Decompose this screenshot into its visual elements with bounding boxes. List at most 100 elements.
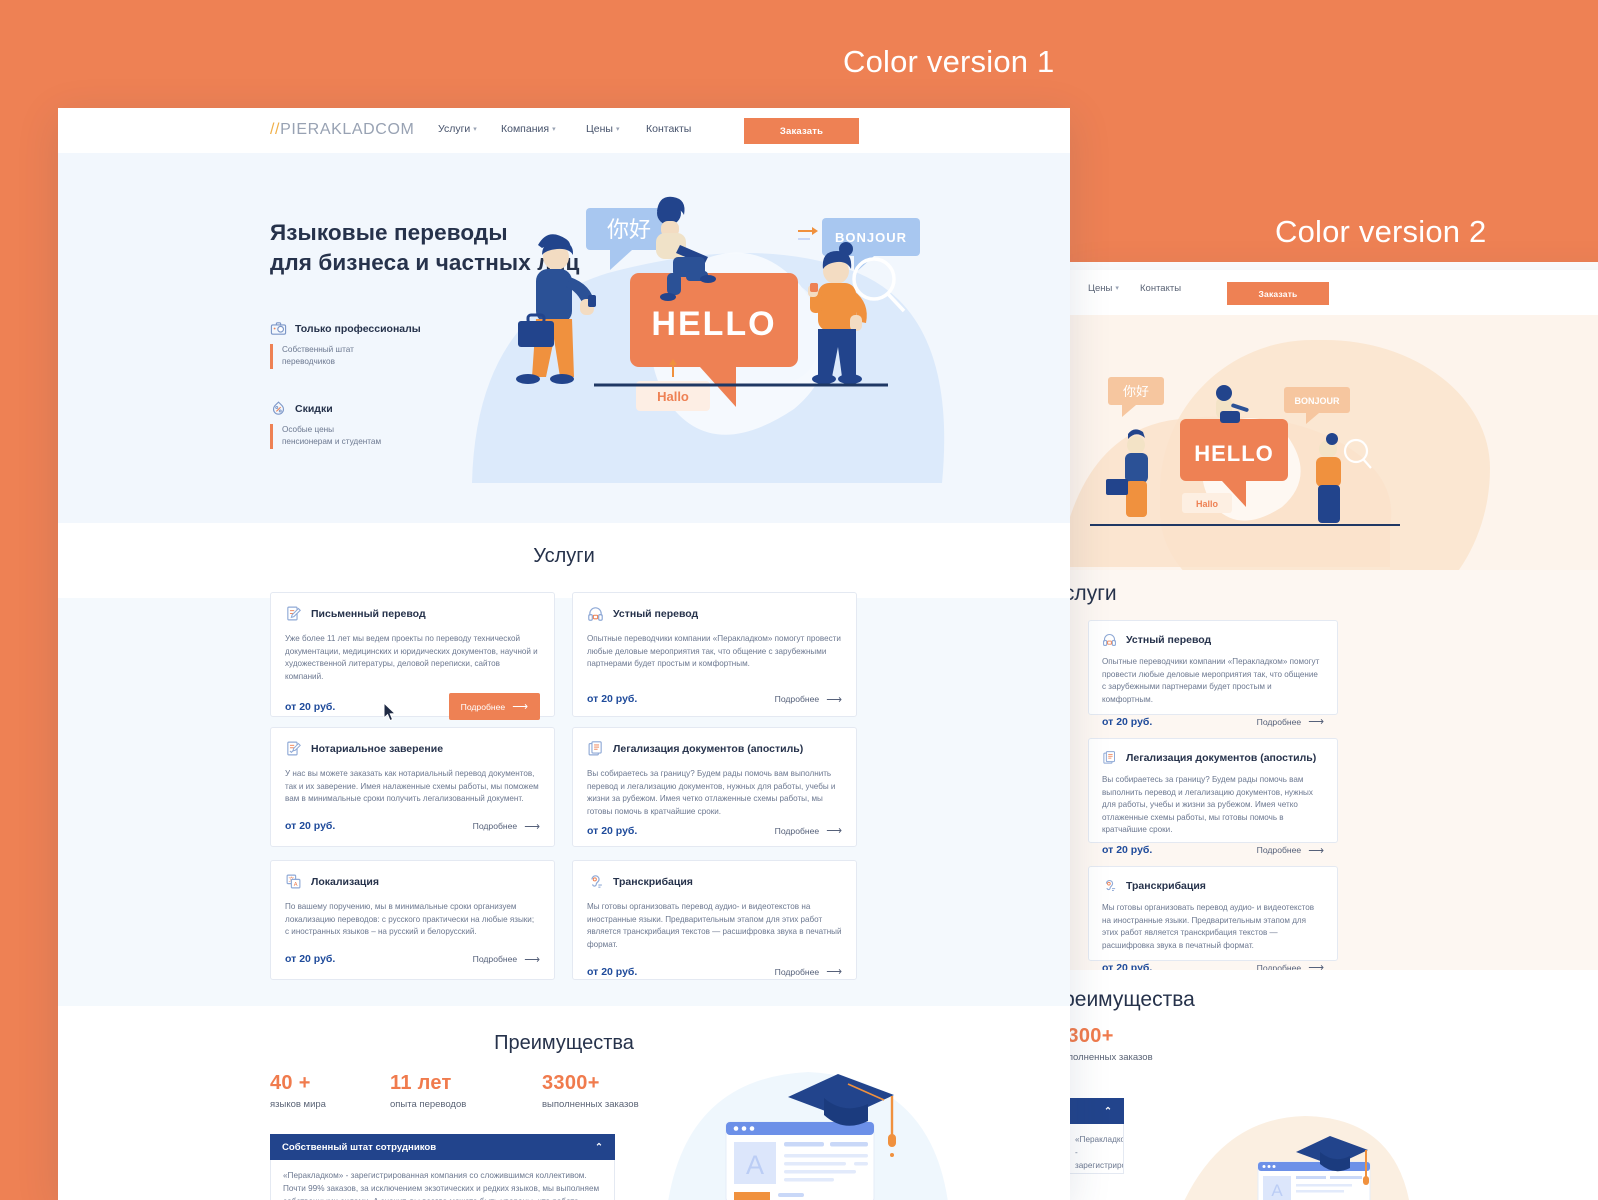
nav-item-services[interactable]: Услуги ▾ <box>438 123 477 135</box>
translate-arrows-icon <box>798 227 818 240</box>
advantages-section: Преимущества 40 + языков мира 11 лет опы… <box>58 1006 1070 1200</box>
advantages-illustration: A <box>668 1072 948 1200</box>
v2-order-button[interactable]: Заказать <box>1227 282 1329 305</box>
v2-nav-item-prices[interactable]: Цены ▾ <box>1088 283 1119 294</box>
v2-service-card[interactable]: Легализация документов (апостиль) Вы соб… <box>1088 738 1338 857</box>
notary-stamp-icon <box>287 741 301 756</box>
service-card-oral[interactable]: Устный перевод Опытные переводчики компа… <box>572 592 857 717</box>
service-card-header: Письменный перевод <box>285 605 540 622</box>
accordion-title: Собственный штат сотрудников <box>282 1141 437 1153</box>
service-card-written[interactable]: Письменный перевод Уже более 11 лет мы в… <box>270 592 555 721</box>
svg-text:你好: 你好 <box>607 218 651 243</box>
hero-section: Языковые переводы для бизнеса и частных … <box>58 153 1070 523</box>
services-section: Услуги Письменный перевод Уже более 11 л… <box>58 523 1070 1006</box>
site-logo[interactable]: //PIERAKLADCOM <box>270 121 414 139</box>
documents-stack-icon <box>1103 751 1115 764</box>
service-card-header: 文 A Локализация <box>285 873 540 890</box>
hero-feature-subtitle: Особые цены пенсионерам и студентам <box>270 424 381 449</box>
documents-stack-icon <box>588 741 602 756</box>
hero-feature-header: Скидки <box>270 400 381 417</box>
nav-item-company[interactable]: Компания ▾ <box>501 123 556 135</box>
service-card-more-link[interactable]: Подробнее ⟶ <box>775 824 842 837</box>
service-card-footer: от 20 руб. Подробнее ⟶ <box>587 965 842 979</box>
hero-illustration: 你好 BONJOUR HELLO Hallo <box>472 196 945 483</box>
nav-item-prices[interactable]: Цены ▾ <box>586 123 619 135</box>
stat-number: 40 + <box>270 1072 311 1094</box>
v2-service-card-text: Мы готовы организовать перевод аудио- и … <box>1102 903 1315 950</box>
stat-label: опыта переводов <box>390 1099 467 1110</box>
service-card-title: Письменный перевод <box>311 607 426 620</box>
v2-accordion-header[interactable]: ⌃ <box>1070 1098 1124 1124</box>
v2-service-card-more-link[interactable]: Подробнее ⟶ <box>1257 715 1324 728</box>
v2-advantages-illustration: A <box>1184 1116 1409 1200</box>
nav-item-contacts[interactable]: Контакты <box>646 123 691 135</box>
accordion-header-staff[interactable]: Собственный штат сотрудников ⌃ <box>270 1134 615 1160</box>
service-card-title: Локализация <box>311 875 379 888</box>
service-card-more-link[interactable]: Подробнее ⟶ <box>473 820 540 833</box>
arrow-right-icon: ⟶ <box>826 966 842 979</box>
service-card-title: Транскрибация <box>613 875 693 888</box>
service-card-more-link[interactable]: Подробнее ⟶ <box>775 693 842 706</box>
arrow-right-icon: ⟶ <box>1308 716 1324 729</box>
service-card-price: от 20 руб. <box>587 693 638 706</box>
service-card-header: Легализация документов (апостиль) <box>587 740 842 757</box>
advantages-stat-orders: 3300+ выполненных заказов <box>542 1072 639 1110</box>
v2-advantages-heading: Преимущества <box>1070 988 1195 1011</box>
v2-service-card-price: от 20 руб. <box>1102 715 1153 728</box>
svg-text:Hallo: Hallo <box>1196 499 1219 509</box>
stat-label: выполненных заказов <box>542 1099 639 1110</box>
chevron-down-icon: ▾ <box>473 126 477 133</box>
service-card-title: Нотариальное заверение <box>311 742 444 755</box>
svg-text:你好: 你好 <box>1123 385 1149 400</box>
v2-service-card[interactable]: Транскрибация Мы готовы организовать пер… <box>1088 866 1338 974</box>
svg-text:Hallo: Hallo <box>657 389 689 404</box>
chevron-down-icon: ▾ <box>615 126 620 133</box>
pencil-document-icon <box>287 606 301 621</box>
advantages-stat-languages: 40 + языков мира <box>270 1072 326 1110</box>
v2-accordion-body: «Перакладком» - зарегистрированная компа… <box>1070 1124 1124 1174</box>
service-card-more-button[interactable]: Подробнее ⟶ <box>448 693 540 721</box>
service-card-header: Нотариальное заверение <box>285 740 540 757</box>
site-header: //PIERAKLADCOM Услуги ▾ Компания ▾ Цены ▾ К… <box>58 108 1070 153</box>
v2-service-card-header: Устный перевод <box>1102 632 1324 647</box>
color-version-2-mockup: Цены ▾ Контакты Заказать 你好 BONJOUR HELL… <box>1070 270 1598 1200</box>
arrow-right-icon: ⟶ <box>826 693 842 706</box>
service-card-more-link[interactable]: Подробнее ⟶ <box>775 965 842 978</box>
service-card-text: Опытные переводчики компании «Перакладко… <box>587 634 841 669</box>
color-version-2-label: Color version 2 <box>1275 214 1487 249</box>
accordion-item-staff[interactable]: Собственный штат сотрудников ⌃ «Пераклад… <box>270 1134 615 1200</box>
service-card-more-link[interactable]: Подробнее ⟶ <box>473 953 540 966</box>
color-version-1-label: Color version 1 <box>843 44 1055 79</box>
service-card-transcription[interactable]: Транскрибация Мы готовы организовать пер… <box>572 860 857 980</box>
headphones-icon <box>588 607 603 621</box>
v2-service-card-more-link[interactable]: Подробнее ⟶ <box>1257 844 1324 857</box>
service-card-price: от 20 руб. <box>587 824 638 837</box>
stat-number: 11 лет <box>390 1072 452 1094</box>
v2-service-card-footer: от 20 руб. Подробнее ⟶ <box>1102 715 1324 729</box>
v2-accordion-item[interactable]: ⌃ «Перакладком» - зарегистрированная ком… <box>1070 1098 1124 1174</box>
v2-services-section: Услуги Устный перевод Опытные переводчик… <box>1070 570 1598 974</box>
svg-text:A: A <box>1271 1181 1283 1200</box>
logo-slashes: // <box>270 121 281 138</box>
arrow-right-icon: ⟶ <box>524 820 540 833</box>
service-card-localization[interactable]: 文 A Локализация По вашему поручению, мы … <box>270 860 555 980</box>
v2-services-heading: Услуги <box>1070 582 1117 605</box>
service-card-text: По вашему поручению, мы в минимальные ср… <box>285 902 535 937</box>
service-card-notary[interactable]: Нотариальное заверение У нас вы можете з… <box>270 727 555 847</box>
chevron-down-icon: ▾ <box>1115 285 1119 292</box>
order-button[interactable]: Заказать <box>744 118 859 144</box>
service-card-price: от 20 руб. <box>285 953 336 966</box>
service-card-legalization[interactable]: Легализация документов (апостиль) Вы соб… <box>572 727 857 847</box>
v2-service-card-text: Вы собираетесь за границу? Будем рады по… <box>1102 775 1313 835</box>
page-background-bottom-left-strip <box>0 955 58 1200</box>
service-card-header: Транскрибация <box>587 873 842 890</box>
svg-text:BONJOUR: BONJOUR <box>1294 396 1340 406</box>
service-card-text: Уже более 11 лет мы ведем проекты по пер… <box>285 634 538 681</box>
v2-nav-item-contacts[interactable]: Контакты <box>1140 283 1181 294</box>
v2-advantages-section: Преимущества 3300+ выполненных заказов ⌃… <box>1070 970 1598 1200</box>
briefcase-icon <box>270 322 287 335</box>
headphones-icon <box>1103 634 1116 646</box>
hero-feature-subtitle: Собственный штат переводчиков <box>270 344 421 369</box>
v2-service-card[interactable]: Устный перевод Опытные переводчики компа… <box>1088 620 1338 728</box>
chevron-down-icon: ▾ <box>552 126 556 133</box>
